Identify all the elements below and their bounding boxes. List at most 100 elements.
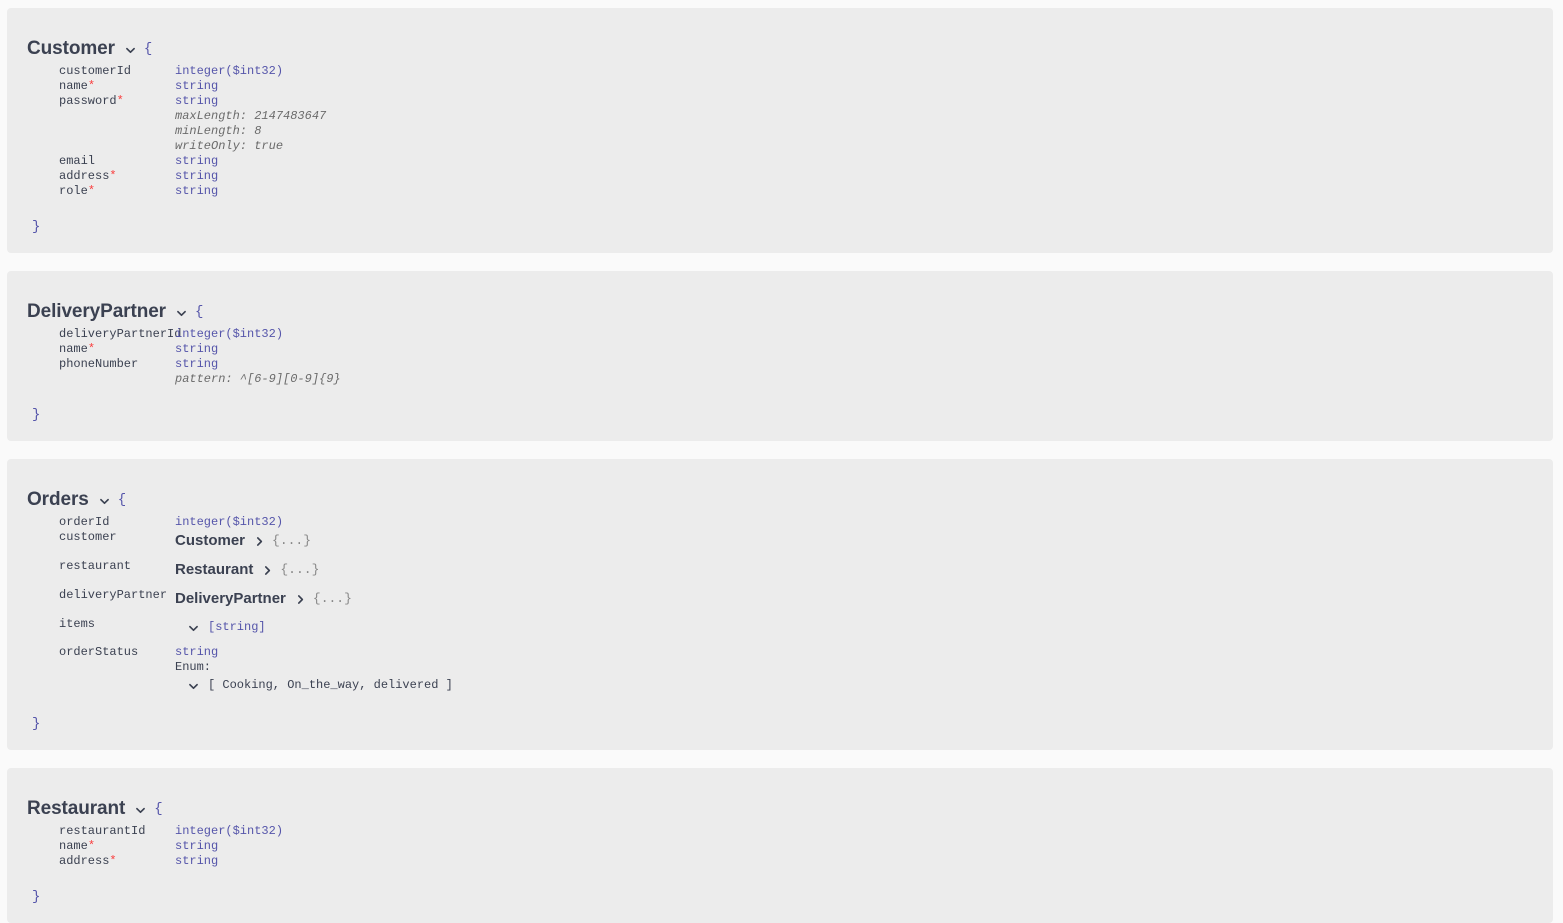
- nested-model-reference[interactable]: Restaurant {...}: [175, 559, 1553, 581]
- model-properties: deliveryPartnerId integer($int32) name* str…: [7, 325, 1553, 407]
- enum-values-row[interactable]: [ Cooking, On_the_way, delivered ]: [175, 675, 1553, 696]
- property-value-cell: string: [175, 154, 1553, 169]
- open-brace: {: [194, 304, 204, 320]
- close-brace: }: [32, 889, 41, 905]
- open-brace: {: [143, 41, 153, 57]
- property-name: role: [59, 184, 88, 198]
- row-spacer: [7, 581, 1553, 588]
- property-value-cell: string Enum: [ Cooking, On_the_way, delive…: [175, 645, 1553, 696]
- nested-model-reference[interactable]: Customer {...}: [175, 530, 1553, 552]
- property-row: deliveryPartner DeliveryPartner {...}: [7, 588, 1553, 610]
- nested-model-reference[interactable]: DeliveryPartner {...}: [175, 588, 1553, 610]
- chevron-down-icon[interactable]: [98, 495, 111, 508]
- property-row: customer Customer {...}: [7, 530, 1553, 552]
- model-title: DeliveryPartner: [27, 301, 166, 322]
- model-panel-restaurant: Restaurant{ restaurantId integer($int32) na…: [7, 768, 1553, 923]
- chevron-down-icon[interactable]: [187, 622, 200, 635]
- property-row: address* string: [7, 169, 1553, 184]
- property-name: password: [59, 94, 117, 108]
- array-type-label: [string]: [208, 620, 266, 634]
- property-name: restaurantId: [59, 824, 146, 838]
- property-row: role* string: [7, 184, 1553, 199]
- property-value-cell: string: [175, 79, 1553, 94]
- property-row: password* string maxLength: 2147483647 minL…: [7, 94, 1553, 154]
- property-value-cell: string maxLength: 2147483647 minLength: 8w…: [175, 94, 1553, 154]
- property-type: string: [175, 184, 219, 198]
- property-row: email string: [7, 154, 1553, 169]
- property-name-cell: role*: [7, 184, 175, 199]
- property-value-cell: Customer {...}: [175, 530, 1553, 552]
- property-name-cell: customer: [7, 530, 175, 545]
- nested-model-name: DeliveryPartner: [175, 590, 286, 607]
- property-row: restaurantId integer($int32): [7, 824, 1553, 839]
- panel-bottom-pad: [7, 905, 1553, 923]
- chevron-down-icon[interactable]: [134, 804, 147, 817]
- chevron-down-icon[interactable]: [175, 307, 188, 320]
- property-type: string: [175, 342, 219, 356]
- property-name-cell: phoneNumber: [7, 357, 175, 372]
- property-name: orderId: [59, 515, 110, 529]
- chevron-right-icon[interactable]: [253, 535, 266, 548]
- chevron-right-icon[interactable]: [294, 593, 307, 606]
- required-marker: *: [87, 79, 96, 93]
- model-properties: orderId integer($int32) customer Customer {.…: [7, 513, 1553, 716]
- property-value-cell: integer($int32): [175, 64, 1553, 79]
- property-name: customer: [59, 530, 117, 544]
- property-name-cell: orderStatus: [7, 645, 175, 660]
- chevron-down-icon[interactable]: [187, 680, 200, 693]
- property-name-cell: email: [7, 154, 175, 169]
- chevron-down-icon[interactable]: [124, 44, 137, 57]
- property-name-cell: restaurant: [7, 559, 175, 574]
- model-header[interactable]: Restaurant {: [7, 768, 1553, 822]
- property-name-cell: deliveryPartnerId: [7, 327, 181, 342]
- nested-model-name: Customer: [175, 532, 246, 549]
- property-row: name* string: [7, 342, 1553, 357]
- model-panel-deliverypartner: DeliveryPartner { deliveryPartnerId integer…: [7, 271, 1553, 441]
- property-constraint: maxLength: 2147483647: [175, 109, 327, 123]
- property-value-cell: integer($int32): [175, 824, 1553, 839]
- panel-bottom-pad: [7, 423, 1553, 441]
- model-header[interactable]: Orders {: [7, 459, 1553, 513]
- property-value-cell: string pattern: ^[6-9][0-9]{9}: [175, 357, 1553, 387]
- property-name-cell: password*: [7, 94, 175, 109]
- chevron-right-icon[interactable]: [261, 564, 274, 577]
- model-header[interactable]: DeliveryPartner {: [7, 271, 1553, 325]
- property-name-cell: address*: [7, 169, 175, 184]
- required-marker: *: [109, 169, 117, 183]
- property-type: string: [175, 839, 219, 853]
- property-name: name: [59, 79, 88, 93]
- collapsed-object-indicator: {...}: [280, 562, 320, 577]
- property-row: name* string: [7, 839, 1553, 854]
- property-name: deliveryPartnerId: [59, 327, 182, 341]
- property-constraint: pattern: ^[6-9][0-9]{9}: [175, 372, 341, 386]
- close-brace: }: [32, 219, 41, 235]
- property-value-cell: Restaurant {...}: [175, 559, 1553, 581]
- property-type: integer($int32): [175, 64, 284, 78]
- property-name: name: [59, 342, 88, 356]
- property-name-cell: deliveryPartner: [7, 588, 175, 603]
- property-type: string: [175, 169, 219, 183]
- open-brace: {: [154, 801, 163, 817]
- property-value-cell: string: [175, 342, 1553, 357]
- model-properties: restaurantId integer($int32) name* string ad…: [7, 822, 1553, 889]
- model-header[interactable]: Customer {: [7, 8, 1553, 62]
- property-value-cell: string: [175, 839, 1553, 854]
- array-type-row[interactable]: [string]: [175, 617, 1553, 638]
- property-name-cell: restaurantId: [7, 824, 175, 839]
- required-marker: *: [109, 854, 117, 868]
- collapsed-object-indicator: {...}: [272, 533, 312, 548]
- close-brace: }: [32, 407, 41, 423]
- enum-label: Enum:: [175, 660, 212, 674]
- property-name-cell: name*: [7, 839, 175, 854]
- nested-model-name: Restaurant: [175, 561, 254, 578]
- required-marker: *: [87, 184, 96, 198]
- row-spacer: [7, 610, 1553, 617]
- close-brace: }: [32, 716, 41, 732]
- property-value-cell: string: [175, 169, 1553, 184]
- property-name-cell: name*: [7, 79, 175, 94]
- property-name-cell: name*: [7, 342, 175, 357]
- model-properties: customerId integer($int32) name* string pass…: [7, 62, 1553, 219]
- property-name: customerId: [59, 64, 132, 78]
- model-panel-customer: Customer{customerId integer($int32) name* s…: [7, 8, 1553, 253]
- property-row: deliveryPartnerId integer($int32): [7, 327, 1553, 342]
